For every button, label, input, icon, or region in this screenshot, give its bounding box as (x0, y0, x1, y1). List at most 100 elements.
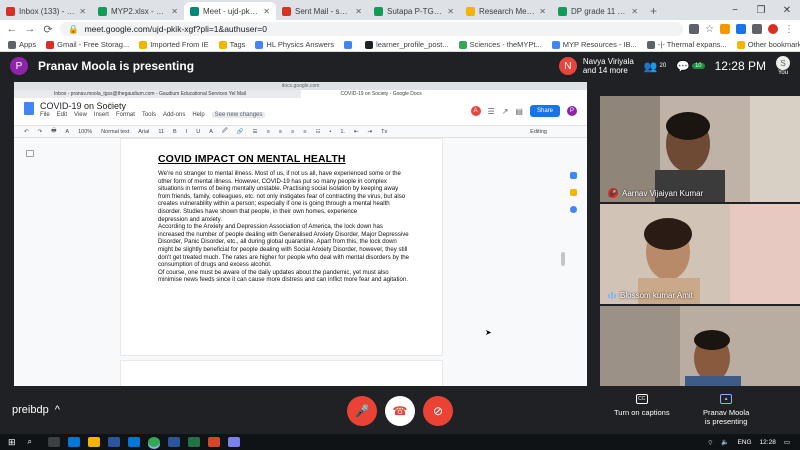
docs-toolbar-item: ≡ (303, 128, 307, 135)
profile-avatar[interactable] (768, 24, 778, 34)
camera-toggle-button[interactable]: ⊘ (423, 396, 453, 426)
tab-favicon-icon (190, 6, 199, 16)
chevron-up-icon: ^ (54, 404, 60, 416)
mic-toggle-button[interactable]: 🎤 (347, 396, 377, 426)
browser-tab[interactable]: Sent Mail - sutapa.pa... ✕ (276, 2, 368, 20)
chrome-icon[interactable] (147, 437, 160, 447)
bookmark-item[interactable]: learner_profile_post... (365, 40, 449, 49)
browser-tab[interactable]: Meet - ujd-pkik-w... ✕ (184, 2, 276, 20)
doc-line: Disorder, Panic Disorder, etc., all duri… (158, 238, 397, 246)
close-icon[interactable]: ✕ (447, 7, 454, 16)
tab-label: Meet - ujd-pkik-w... (203, 6, 259, 16)
keep-icon (569, 189, 577, 196)
file-explorer-icon[interactable] (87, 437, 100, 447)
volume-icon[interactable]: 🔈 (721, 438, 729, 446)
docs-toolbar-item: • (329, 128, 332, 135)
bookmark-item[interactable]: Tags (218, 40, 245, 49)
word-icon[interactable] (167, 437, 180, 447)
activity-icon: ↗ (501, 106, 509, 116)
participant-tile[interactable]: Blossom kumar Amit (600, 204, 800, 304)
back-icon[interactable]: ← (6, 23, 18, 35)
camera-off-icon: ⊘ (432, 404, 444, 418)
docs-toolbar-item: Tx (381, 128, 388, 135)
docs-toolbar-item: A (65, 128, 70, 135)
bookmark-item[interactable]: Sciences - theMYPt... (458, 40, 542, 49)
store-icon[interactable] (107, 437, 120, 447)
present-now-button[interactable]: ▲ Pranav Moola is presenting (703, 394, 749, 426)
start-icon[interactable]: ⊞ (8, 437, 16, 448)
bookmark-item[interactable]: Apps (8, 40, 36, 49)
wifi-icon[interactable]: ⌔ (707, 438, 713, 447)
docs-canvas: COVID IMPACT ON MENTAL HEALTH We're no s… (14, 138, 587, 386)
bookmark-item[interactable] (344, 40, 355, 49)
captions-button[interactable]: CC Turn on captions (614, 394, 670, 417)
close-icon[interactable]: ✕ (171, 7, 178, 16)
bookmark-item[interactable]: Gmail - Free Storag... (46, 40, 129, 49)
chat-button[interactable]: 💬 10 (676, 60, 705, 73)
participant-name-row: Blossom kumar Amit (608, 291, 693, 300)
edge-icon[interactable] (67, 437, 80, 447)
bookmark-item[interactable]: HL Physics Answers (255, 40, 334, 49)
minimize-icon[interactable]: − (722, 0, 748, 20)
extension-icon[interactable] (720, 24, 730, 34)
taskbar-clock[interactable]: 12:28 (760, 439, 776, 446)
self-view[interactable]: S You (776, 56, 790, 76)
docs-toolbar-item: 1. (340, 128, 345, 135)
meeting-details-button[interactable]: preibdp ^ (12, 404, 60, 416)
bookmark-item[interactable]: Imported From IE (139, 40, 209, 49)
docs-header-right: A ☰ ↗ ▤ Share P (470, 105, 577, 117)
hang-up-button[interactable]: ☎ (385, 396, 415, 426)
browser-tab[interactable]: Inbox (133) - sutapa.pa...✕ (0, 2, 92, 20)
app-icon[interactable] (227, 437, 240, 447)
participant-tile[interactable]: 🎤 Aarnav Vijaiyan Kumar (600, 96, 800, 202)
captions-label: Turn on captions (614, 408, 670, 417)
close-icon[interactable]: ✕ (263, 7, 270, 16)
presenter-chip[interactable]: N Navya Viriyala and 14 more (558, 57, 634, 75)
new-tab-button[interactable]: + (644, 2, 663, 20)
close-icon[interactable]: ✕ (631, 7, 638, 16)
close-icon[interactable]: ✕ (79, 7, 86, 16)
language-indicator[interactable]: ENG (737, 439, 751, 446)
bookmark-star-icon[interactable]: ☆ (705, 24, 714, 35)
powerpoint-icon[interactable] (207, 437, 220, 447)
notification-icon[interactable]: ▭ (784, 438, 790, 446)
docs-toolbar-item: 🖶 (51, 128, 57, 134)
browser-tab[interactable]: MYP2.xlsx - Google She... ✕ (92, 2, 184, 20)
people-button[interactable]: 👥 20 (644, 60, 666, 73)
reload-icon[interactable]: ⟳ (42, 23, 54, 36)
menu-icon[interactable]: ⋮ (784, 24, 794, 35)
docs-side-panel (567, 172, 579, 213)
close-window-icon[interactable]: ✕ (774, 0, 800, 20)
participant-video (600, 204, 800, 304)
task-view-icon[interactable] (47, 437, 60, 447)
search-icon[interactable]: ⌕ (28, 437, 40, 447)
mic-off-icon: 🎤 (608, 188, 618, 198)
participant-tile[interactable] (600, 306, 800, 386)
browser-tab[interactable]: DP grade 11 students... ✕ (552, 2, 644, 20)
extension-icon[interactable] (752, 24, 762, 34)
close-icon[interactable]: ✕ (355, 7, 362, 16)
people-count: 20 (659, 63, 667, 69)
url-bar[interactable]: 🔒 meet.google.com/ujd-pkik-xgf?pli=1&aut… (60, 22, 684, 36)
browser-tab[interactable]: Sutapa P-TGS-TP 2020... ✕ (368, 2, 460, 20)
bookmark-label: Apps (19, 40, 37, 49)
bookmark-label: Sciences - theMYPt... (469, 40, 542, 49)
bookmark-item[interactable]: -|- Thermal expans... (646, 40, 727, 49)
browser-tab[interactable]: Research Methodolog... ✕ (460, 2, 552, 20)
forward-icon[interactable]: → (24, 23, 36, 35)
chat-icon: 💬 (676, 60, 690, 73)
maximize-icon[interactable]: ❐ (748, 0, 774, 20)
close-icon[interactable]: ✕ (539, 7, 546, 16)
camera-icon[interactable] (689, 24, 700, 34)
excel-icon[interactable] (187, 437, 200, 447)
other-bookmarks[interactable]: Other bookmarks (736, 40, 800, 49)
bookmark-item[interactable]: MYP Resources - IB... (551, 40, 637, 49)
doc-line: consumption of drugs and excess alcohol. (158, 261, 272, 269)
participant-name: Blossom kumar Amit (620, 291, 693, 300)
other-bookmarks-label: Other bookmarks (747, 40, 800, 49)
bookmark-label: Gmail - Free Storag... (57, 40, 130, 49)
extension-icon[interactable] (736, 24, 746, 34)
docs-menu-item: Insert (93, 112, 109, 118)
mail-icon[interactable] (127, 437, 140, 447)
phone-hangup-icon: ☎ (392, 404, 408, 418)
